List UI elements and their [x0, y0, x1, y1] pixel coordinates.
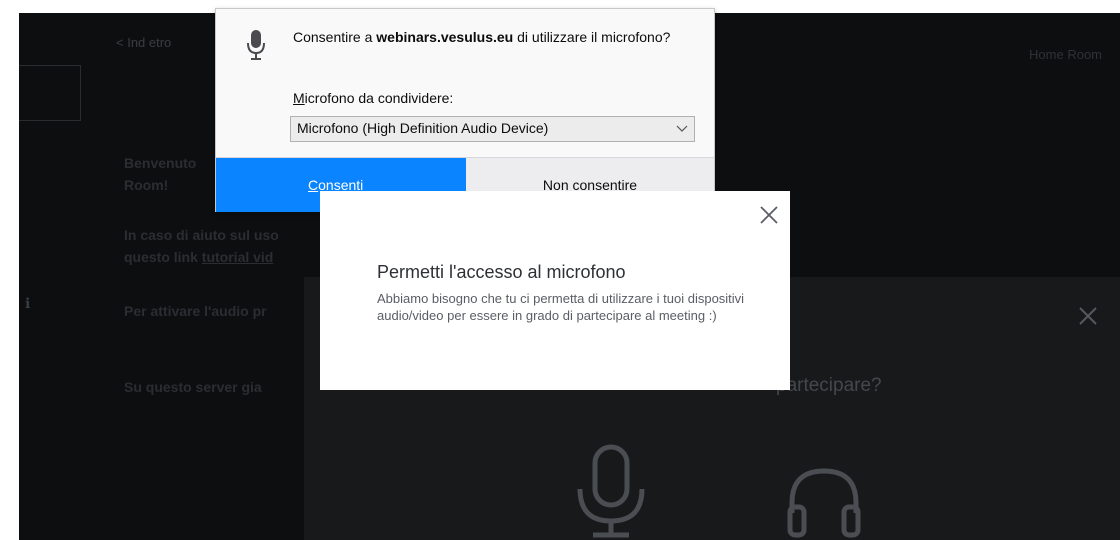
- permission-prompt-text: Consentire a webinars.vesulus.eu di util…: [293, 27, 683, 47]
- microphone-permission-popup: Consentire a webinars.vesulus.eu di util…: [215, 8, 715, 212]
- welcome-text-line-2: Room!: [124, 177, 169, 193]
- selected-device-value: Microfono (High Definition Audio Device): [297, 120, 549, 136]
- join-audio-title: partecipare?: [776, 375, 882, 396]
- chevron-down-icon: [676, 125, 688, 132]
- help-text-line-2: questo link tutorial vid: [124, 249, 273, 265]
- sidebar-box: [19, 65, 81, 121]
- headphones-icon[interactable]: [784, 463, 864, 540]
- microphone-icon: [247, 30, 265, 60]
- help-text-line-1: In caso di aiuto sul uso: [124, 227, 279, 243]
- info-modal-body: Abbiamo bisogno che tu ci permetta di ut…: [377, 291, 745, 323]
- microphone-device-select[interactable]: Microfono (High Definition Audio Device): [290, 116, 695, 142]
- prompt-prefix: Consentire a: [293, 29, 377, 45]
- info-modal-title: Permetti l'accesso al microfono: [377, 262, 626, 282]
- close-icon[interactable]: [758, 204, 780, 226]
- welcome-text-line-1: Benvenuto: [124, 155, 197, 171]
- server-info-text: Su questo server gia: [124, 379, 262, 395]
- audio-instruction-text: Per attivare l'audio pr: [124, 303, 267, 319]
- access-key: M: [293, 90, 305, 106]
- prompt-suffix: di utilizzare il microfono?: [513, 29, 671, 45]
- back-link[interactable]: < Ind etro: [116, 35, 171, 50]
- help-text-prefix: questo link: [124, 249, 202, 265]
- device-share-label: Microfono da condividere:: [293, 90, 453, 106]
- home-room-link[interactable]: Home Room: [1029, 47, 1102, 62]
- close-icon[interactable]: [1076, 304, 1100, 328]
- permission-info-modal: Permetti l'accesso al microfono Abbiamo …: [320, 191, 790, 390]
- requesting-domain: webinars.vesulus.eu: [376, 29, 514, 45]
- tutorial-link[interactable]: tutorial vid: [202, 249, 274, 265]
- microphone-icon[interactable]: [566, 441, 656, 540]
- access-key: C: [308, 177, 319, 193]
- label-text: icrofono da condividere:: [304, 90, 454, 106]
- info-icon: ℹ: [25, 295, 31, 311]
